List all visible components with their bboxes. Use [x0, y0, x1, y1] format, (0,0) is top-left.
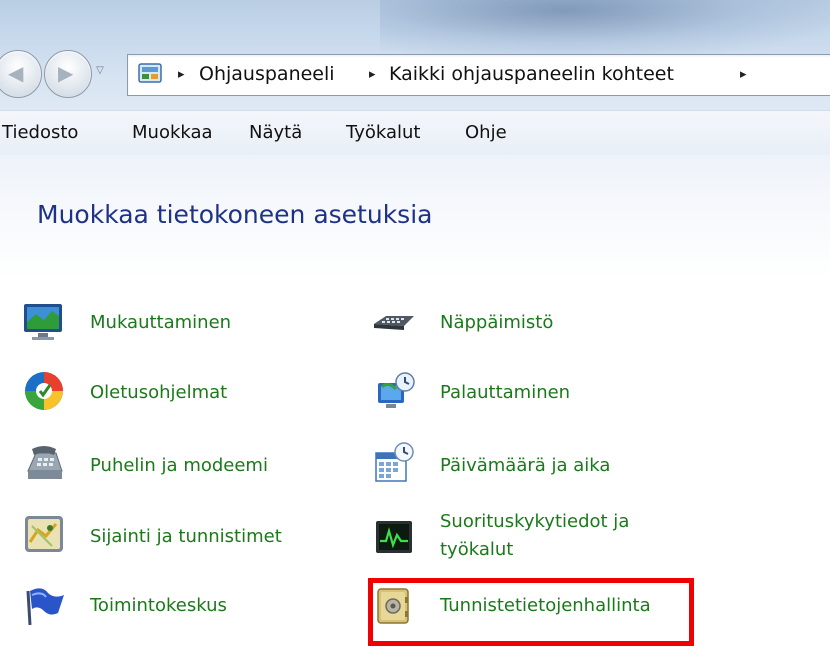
aero-glass-shading [380, 0, 830, 60]
item-label-line2: työkalut [440, 539, 514, 560]
item-label: Puhelin ja modeemi [90, 455, 268, 476]
address-bar[interactable]: ▸ Ohjauspaneeli ▸ Kaikki ohjauspaneelin … [127, 54, 830, 96]
personalization-icon [24, 304, 62, 340]
keyboard-icon [374, 316, 414, 330]
breadcrumb-ohjauspaneeli[interactable]: Ohjauspaneeli [199, 63, 335, 85]
breadcrumb-separator-icon[interactable]: ▸ [740, 65, 747, 85]
date-time-icon [375, 442, 414, 482]
menu-edit[interactable]: Muokkaa [132, 121, 213, 145]
performance-icon [376, 521, 412, 553]
breadcrumb-all-items[interactable]: Kaikki ohjauspaneelin kohteet [389, 63, 674, 85]
item-label: Näppäimistö [440, 312, 554, 333]
menu-file[interactable]: Tiedosto [2, 121, 78, 145]
forward-arrow-icon: ▶ [58, 61, 74, 85]
item-nappaimisto[interactable]: Näppäimistö [372, 300, 672, 348]
page-title: Muokkaa tietokoneen asetuksia [37, 200, 433, 229]
highlight-box [368, 578, 694, 646]
item-toimintokeskus[interactable]: Toimintokeskus [22, 583, 322, 631]
item-oletusohjelmat[interactable]: Oletusohjelmat [22, 369, 322, 417]
breadcrumb-separator-icon[interactable]: ▸ [369, 65, 376, 85]
recent-pages-dropdown-icon[interactable]: ▽ [93, 64, 107, 78]
breadcrumb-separator-icon[interactable]: ▸ [178, 65, 185, 85]
item-sijainti-ja-tunnistimet[interactable]: Sijainti ja tunnistimet [22, 512, 322, 560]
location-sensors-icon [25, 516, 63, 552]
window-title-bar: ◀ ▶ ▽ ▸ Ohjauspaneeli ▸ Kaikki ohjauspan… [0, 0, 830, 110]
back-arrow-icon: ◀ [8, 61, 24, 85]
default-programs-icon [25, 372, 63, 410]
recovery-icon [378, 372, 415, 408]
forward-button[interactable]: ▶ [44, 50, 92, 98]
item-label: Toimintokeskus [90, 595, 227, 616]
back-button[interactable]: ◀ [0, 50, 42, 98]
phone-modem-icon [27, 446, 63, 479]
menu-view[interactable]: Näytä [249, 121, 302, 145]
item-label: Sijainti ja tunnistimet [90, 526, 282, 547]
item-suorituskykytiedot-ja-tyokalut[interactable]: Suorituskykytiedot ja työkalut [372, 505, 692, 565]
menu-tools[interactable]: Työkalut [346, 121, 420, 145]
menu-bar: Tiedosto Muokkaa Näytä Työkalut Ohje [0, 110, 830, 155]
item-palauttaminen[interactable]: Palauttaminen [372, 369, 672, 417]
item-label: Oletusohjelmat [90, 382, 228, 403]
item-mukauttaminen[interactable]: Mukauttaminen [22, 300, 322, 348]
control-panel-icon [138, 63, 162, 83]
action-center-flag-icon [26, 588, 64, 626]
item-paivamaara-ja-aika[interactable]: Päivämäärä ja aika [372, 441, 672, 489]
item-label-line1: Suorituskykytiedot ja [440, 511, 630, 532]
item-puhelin-ja-modeemi[interactable]: Puhelin ja modeemi [22, 441, 322, 489]
item-label: Palauttaminen [440, 382, 571, 403]
item-label: Mukauttaminen [90, 312, 232, 333]
menu-help[interactable]: Ohje [465, 121, 507, 145]
item-label: Päivämäärä ja aika [440, 455, 611, 476]
